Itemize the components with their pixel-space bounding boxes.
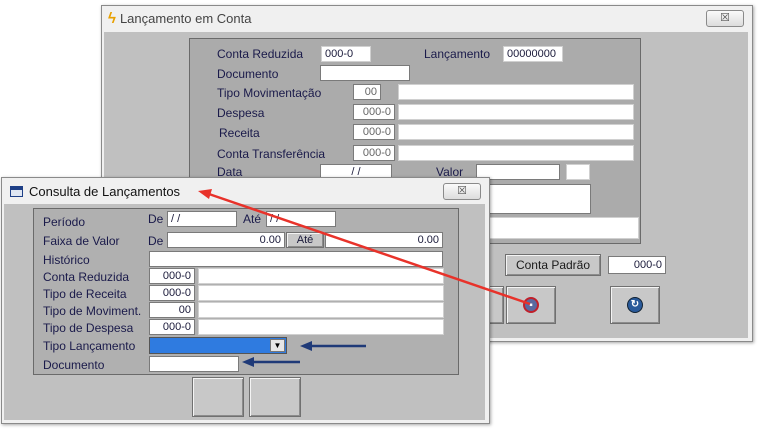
faixa-ate-label-box: Até: [286, 232, 324, 248]
consulta-conta-reduzida-label: Conta Reduzida: [43, 270, 130, 284]
tipo-movimentacao-code-field[interactable]: 00: [353, 84, 381, 100]
tipo-receita-code[interactable]: 000-0: [149, 285, 195, 301]
tipo-moviment-label: Tipo de Moviment.: [43, 304, 142, 318]
historico-back-field[interactable]: [487, 217, 639, 239]
despesa-desc-field[interactable]: [398, 104, 634, 120]
periodo-label: Período: [43, 215, 86, 229]
observacao-field[interactable]: [487, 184, 591, 214]
faixa-de-label: De: [148, 234, 164, 248]
tipo-despesa-label: Tipo de Despesa: [43, 321, 134, 335]
lancamento-label: Lançamento: [424, 47, 491, 61]
consulta-conta-reduzida-code[interactable]: 000-0: [149, 268, 195, 284]
documento-label: Documento: [217, 67, 279, 81]
consulta-conta-reduzida-desc[interactable]: [198, 268, 444, 284]
consulta-documento-field[interactable]: [149, 356, 239, 372]
consulta-documento-label: Documento: [43, 358, 105, 372]
conta-padrao-field[interactable]: 000-0: [608, 256, 666, 274]
chevron-down-icon[interactable]: ▼: [270, 339, 285, 352]
tipo-lancamento-label: Tipo Lançamento: [43, 339, 136, 353]
lightning-icon: ϟ: [108, 9, 116, 27]
lancamento-close-button[interactable]: ☒: [706, 10, 744, 27]
periodo-de-label: De: [148, 212, 164, 226]
lancamento-number-field[interactable]: 00000000: [503, 46, 563, 62]
refresh-icon: ↻: [627, 297, 643, 313]
conta-transferencia-label: Conta Transferência: [217, 147, 326, 161]
lancamento-window-title: Lançamento em Conta: [119, 10, 252, 26]
tipo-receita-desc[interactable]: [198, 285, 444, 301]
tipo-moviment-desc[interactable]: [198, 302, 444, 318]
faixa-valor-label: Faixa de Valor: [43, 234, 120, 248]
search-disk-icon: ▪: [523, 297, 539, 313]
consulta-cancel-button[interactable]: [249, 377, 301, 417]
tipo-receita-label: Tipo de Receita: [43, 287, 127, 301]
conta-transferencia-desc-field[interactable]: [398, 145, 634, 161]
receita-desc-field[interactable]: [398, 124, 634, 140]
tipo-movimentacao-label: Tipo Movimentação: [217, 86, 322, 100]
consulta-close-button[interactable]: ☒: [443, 183, 481, 200]
periodo-ate-label: Até: [243, 212, 262, 226]
historico-field[interactable]: [149, 251, 443, 267]
conta-reduzida-field[interactable]: 000-0: [321, 46, 371, 62]
conta-reduzida-label: Conta Reduzida: [217, 47, 304, 61]
valor-extra-field[interactable]: [566, 164, 590, 180]
periodo-ate-field[interactable]: / /: [266, 211, 336, 227]
consulta-titlebar[interactable]: Consulta de Lançamentos ☒: [2, 178, 489, 204]
back-left-button[interactable]: [488, 286, 504, 324]
tipo-despesa-code[interactable]: 000-0: [149, 319, 195, 335]
faixa-de-field[interactable]: 0.00: [167, 232, 285, 248]
conta-padrao-button[interactable]: Conta Padrão: [505, 254, 601, 276]
tipo-despesa-desc[interactable]: [198, 319, 444, 335]
receita-label: Receita: [219, 126, 260, 140]
tipo-moviment-code[interactable]: 00: [149, 302, 195, 318]
despesa-label: Despesa: [217, 106, 265, 120]
grid-window-icon: [10, 185, 23, 197]
tipo-lancamento-select[interactable]: ▼: [149, 337, 287, 354]
faixa-ate-field[interactable]: 0.00: [325, 232, 443, 248]
consulta-button[interactable]: ▪: [506, 286, 556, 324]
historico-label: Histórico: [43, 253, 90, 267]
tipo-movimentacao-desc-field[interactable]: [398, 84, 634, 100]
documento-field[interactable]: [320, 65, 410, 81]
refresh-button[interactable]: ↻: [610, 286, 660, 324]
despesa-code-field[interactable]: 000-0: [353, 104, 395, 120]
conta-transferencia-code-field[interactable]: 000-0: [353, 145, 395, 161]
faixa-ate-label: Até: [296, 234, 314, 246]
consulta-ok-button[interactable]: [192, 377, 244, 417]
consulta-window-title: Consulta de Lançamentos: [29, 183, 181, 199]
periodo-de-field[interactable]: / /: [167, 211, 237, 227]
receita-code-field[interactable]: 000-0: [353, 124, 395, 140]
lancamento-titlebar[interactable]: ϟ Lançamento em Conta ☒: [102, 6, 752, 30]
